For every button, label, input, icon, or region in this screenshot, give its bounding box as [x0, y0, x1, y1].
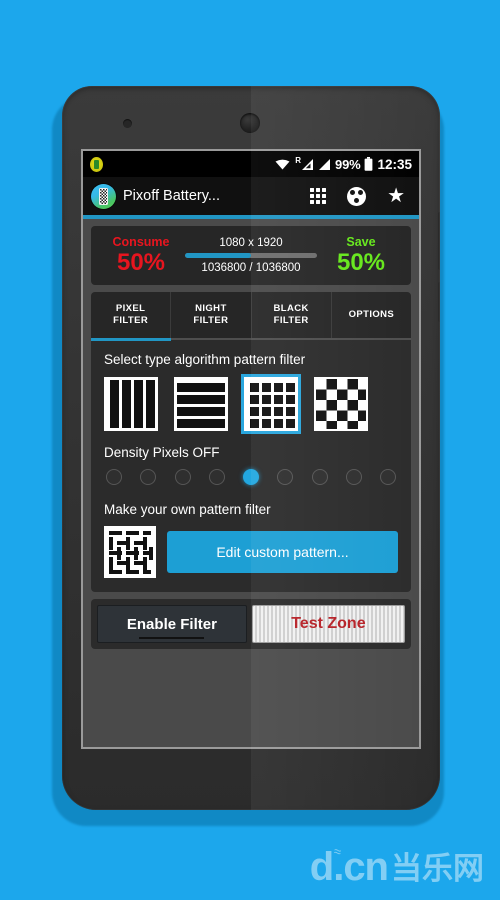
density-dot-5[interactable] [277, 469, 294, 486]
signal-bars-icon-1 [301, 158, 314, 170]
save-label: Save [346, 235, 376, 249]
tab-indicator-rail [91, 338, 411, 342]
tab-bar: PIXEL FILTER NIGHT FILTER BLACK FILTER O… [91, 292, 411, 339]
tab-pixel-filter-line1: PIXEL [115, 303, 146, 315]
custom-pattern-row: Edit custom pattern... [104, 526, 398, 579]
tab-black-filter-line2: FILTER [273, 315, 309, 327]
status-bar-left [90, 156, 275, 172]
enable-filter-button[interactable]: Enable Filter [97, 605, 247, 644]
phone-device: R 99% 12:35 Pixoff Battery... ★ Consume … [62, 86, 440, 810]
signal-bars-icon-2 [318, 158, 331, 170]
density-slider[interactable] [104, 469, 398, 487]
density-dot-7[interactable] [345, 469, 362, 486]
wifi-icon [275, 159, 290, 170]
density-dot-4[interactable] [243, 469, 259, 486]
tab-black-filter[interactable]: BLACK FILTER [252, 292, 332, 339]
app-body: Consume 50% 1080 x 1920 1036800 / 103680… [83, 219, 419, 747]
summary-card: Consume 50% 1080 x 1920 1036800 / 103680… [91, 226, 411, 286]
pixel-filter-panel: Select type algorithm pattern filter Den… [91, 340, 411, 593]
signal-wave-icon: ≈ [332, 843, 343, 860]
summary-middle: 1080 x 1920 1036800 / 1036800 [179, 237, 323, 274]
bottom-action-bar: Enable Filter Test Zone [91, 599, 411, 650]
app-toolbar: Pixoff Battery... ★ [83, 177, 419, 215]
pattern-list [104, 374, 398, 435]
pixel-count-label: 1036800 / 1036800 [201, 261, 301, 274]
grid-icon[interactable] [310, 188, 327, 204]
tab-pixel-filter-line2: FILTER [113, 315, 149, 327]
density-dot-1[interactable] [140, 469, 157, 486]
watermark-secondary: 当乐网 [391, 851, 484, 886]
density-dot-2[interactable] [174, 469, 191, 486]
tabs-card: PIXEL FILTER NIGHT FILTER BLACK FILTER O… [91, 292, 411, 342]
tab-pixel-filter[interactable]: PIXEL FILTER [91, 292, 172, 339]
edit-custom-pattern-button[interactable]: Edit custom pattern... [167, 531, 398, 574]
watermark-primary: d.cn [309, 845, 389, 889]
density-title: Density Pixels OFF [104, 445, 220, 461]
grid-pattern[interactable] [241, 374, 301, 435]
horizontal-stripes-pattern[interactable] [174, 377, 228, 432]
screenshot-stage: R 99% 12:35 Pixoff Battery... ★ Consume … [0, 0, 500, 900]
phone-screen: R 99% 12:35 Pixoff Battery... ★ Consume … [81, 149, 421, 749]
site-watermark: ≈ d.cn 当乐网 [309, 843, 484, 889]
pattern-section-title: Select type algorithm pattern filter [104, 352, 306, 368]
resolution-label: 1080 x 1920 [219, 236, 283, 249]
tab-night-filter-line2: FILTER [193, 315, 229, 327]
app-title: Pixoff Battery... [123, 188, 220, 204]
save-block: Save 50% [323, 235, 399, 275]
pixoff-app-icon [91, 183, 116, 209]
reel-icon[interactable] [347, 186, 367, 206]
density-dot-6[interactable] [311, 469, 328, 486]
test-zone-button[interactable]: Test Zone [251, 605, 405, 644]
clock-label: 12:35 [377, 156, 412, 172]
battery-percent-label: 99% [335, 156, 361, 172]
custom-weave-pattern[interactable] [104, 526, 156, 579]
status-bar-right: R 99% 12:35 [275, 155, 412, 172]
battery-notification-icon [90, 156, 103, 172]
tab-night-filter[interactable]: NIGHT FILTER [171, 292, 252, 339]
battery-icon [364, 157, 373, 171]
checkerboard-pattern[interactable] [314, 377, 368, 432]
consume-block: Consume 50% [103, 235, 179, 275]
consume-value: 50% [116, 249, 166, 276]
front-camera [240, 113, 260, 133]
tab-night-filter-line1: NIGHT [195, 303, 227, 315]
power-button[interactable] [438, 282, 440, 322]
save-value: 50% [336, 249, 386, 276]
density-dot-0[interactable] [106, 469, 122, 486]
density-dot-3[interactable] [208, 469, 225, 486]
custom-section-title: Make your own pattern filter [104, 502, 271, 518]
proximity-sensor [123, 119, 132, 128]
roaming-indicator: R [295, 155, 302, 165]
vertical-stripes-pattern[interactable] [104, 377, 158, 432]
pixel-progress-fill [185, 252, 251, 258]
tab-black-filter-line1: BLACK [273, 303, 309, 315]
star-icon[interactable]: ★ [387, 186, 405, 206]
tab-options-line1: OPTIONS [348, 309, 395, 321]
volume-button[interactable] [438, 212, 440, 270]
status-bar: R 99% 12:35 [83, 151, 419, 177]
tab-active-indicator [91, 338, 171, 342]
screen-inner: R 99% 12:35 Pixoff Battery... ★ Consume … [83, 151, 419, 747]
consume-label: Consume [112, 235, 170, 249]
toolbar-actions: ★ [310, 186, 411, 206]
pixel-progress-bar[interactable] [185, 252, 317, 258]
tab-options[interactable]: OPTIONS [332, 292, 411, 338]
density-dot-8[interactable] [380, 469, 396, 486]
